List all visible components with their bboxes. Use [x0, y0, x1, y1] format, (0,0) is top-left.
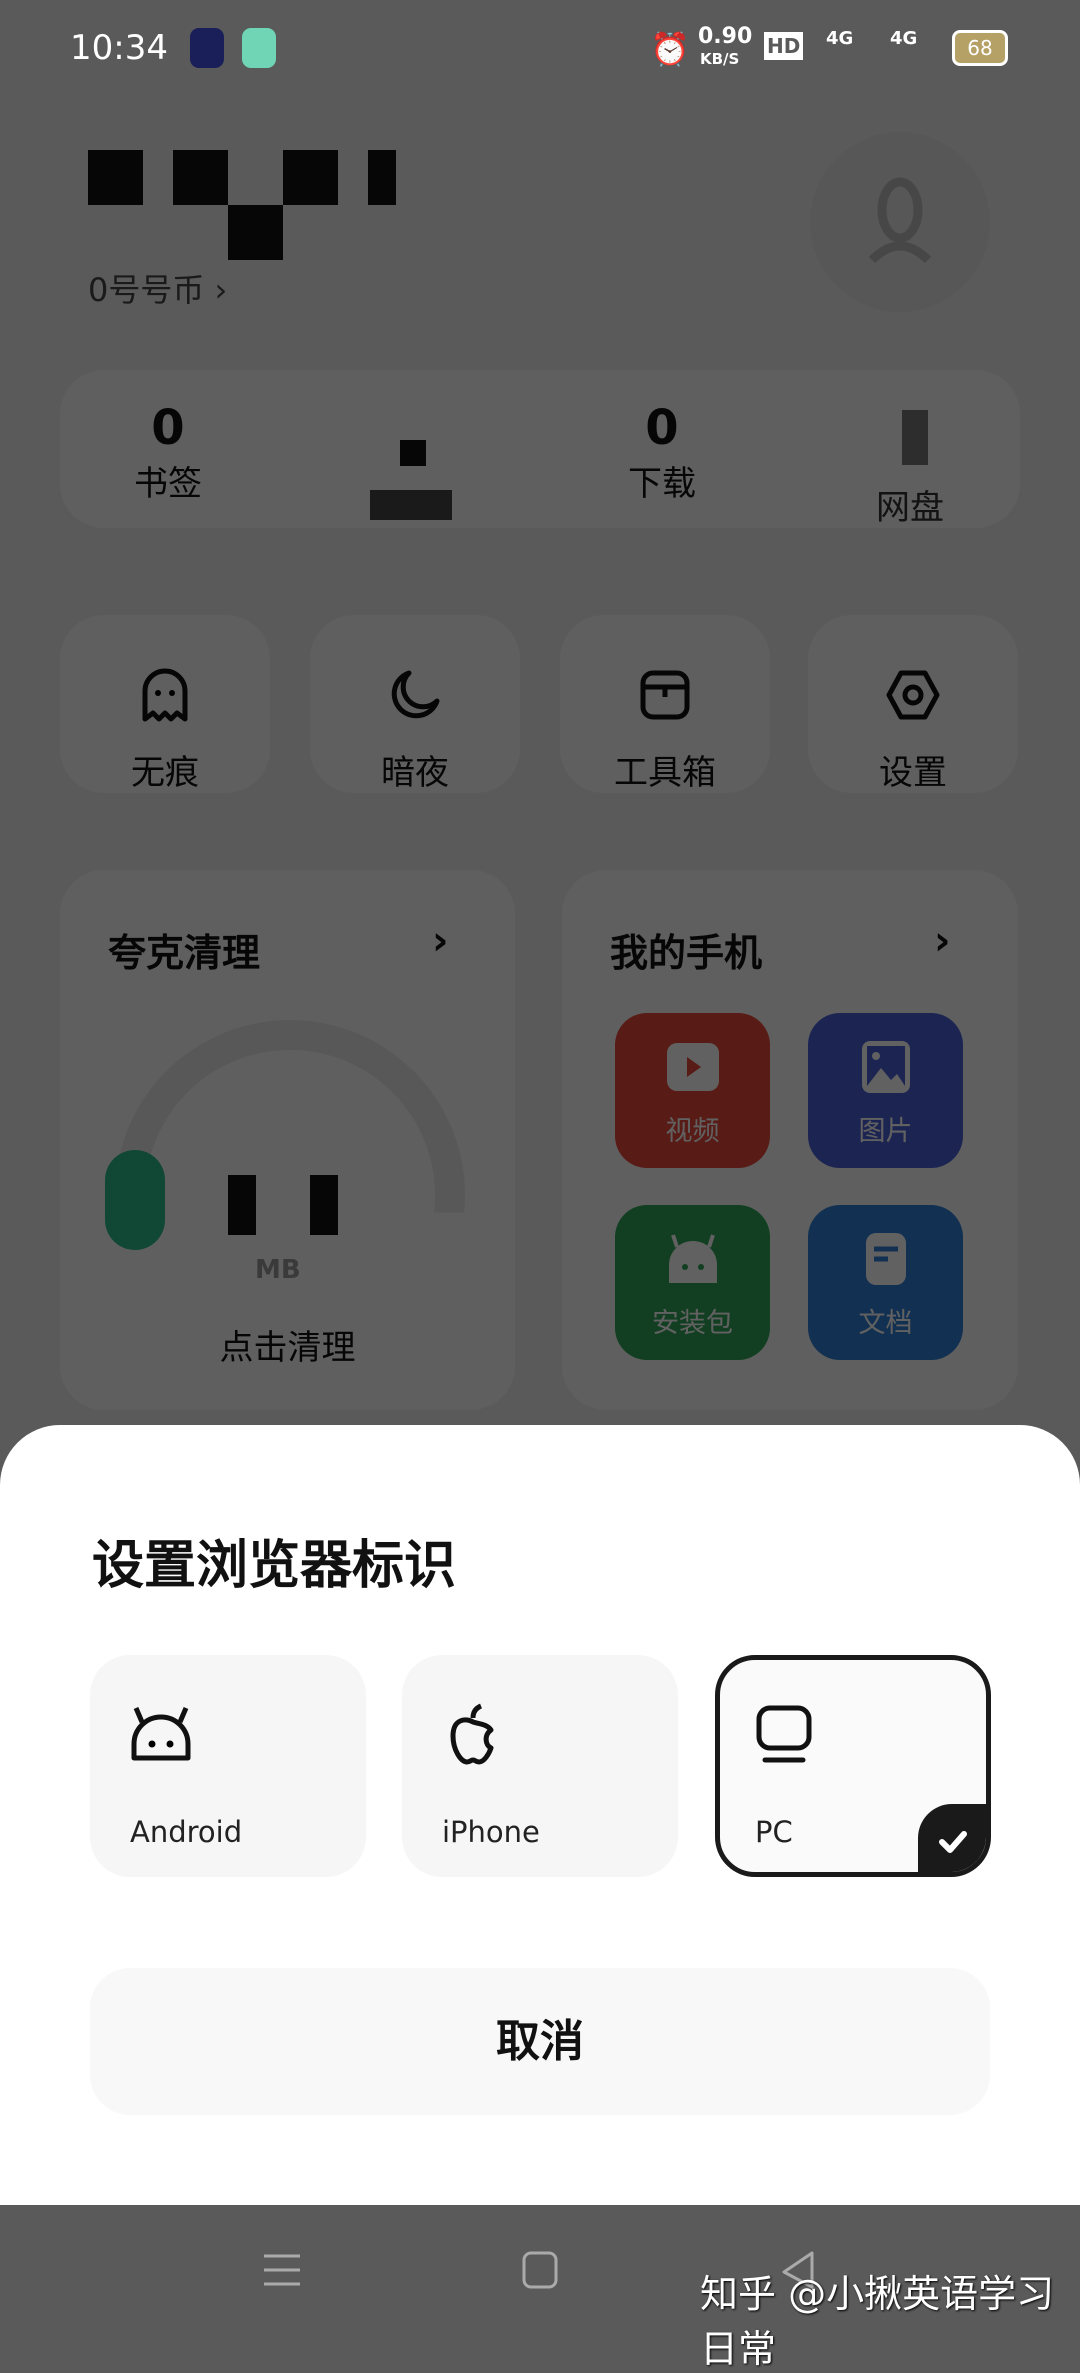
- size-unit: MB: [255, 1255, 301, 1285]
- tile-label: 文档: [858, 1308, 913, 1339]
- net-speed: 0.90: [698, 24, 753, 49]
- option-android[interactable]: Android: [90, 1655, 366, 1877]
- stat-label: 网盘: [876, 488, 944, 528]
- avatar[interactable]: [810, 132, 990, 312]
- tile-video[interactable]: 视频: [615, 1013, 770, 1168]
- cancel-button[interactable]: 取消: [90, 1968, 990, 2115]
- user-agent-sheet: 设置浏览器标识 Android iPhone PC 取消: [0, 1425, 1080, 2205]
- signal-4g-1: 4G: [826, 28, 854, 49]
- system-nav-bar: 知乎 @小揪英语学习日常: [0, 2205, 1080, 2371]
- android-icon: [669, 1234, 717, 1283]
- toolbox-icon: [640, 670, 690, 720]
- battery-icon: 68: [952, 30, 1008, 66]
- quick-incognito[interactable]: 无痕: [60, 615, 270, 793]
- tile-docs[interactable]: 文档: [808, 1205, 963, 1360]
- menu-icon[interactable]: [262, 2250, 302, 2290]
- signal-4g-2: 4G: [890, 28, 918, 49]
- clean-card[interactable]: 夸克清理 › MB 点击清理: [60, 870, 515, 1410]
- tile-apk[interactable]: 安装包: [615, 1205, 770, 1360]
- quick-toolbox[interactable]: 工具箱: [560, 615, 770, 793]
- chevron-right-icon[interactable]: ›: [934, 918, 950, 964]
- size-redacted: [228, 1175, 256, 1235]
- watermark: 知乎 @小揪英语学习日常: [700, 2272, 1055, 2371]
- tile-label: 安装包: [652, 1308, 733, 1339]
- stat-label: 下载: [628, 464, 696, 504]
- quick-label: 设置: [879, 753, 947, 793]
- net-unit: KB/S: [700, 50, 740, 68]
- stat-downloads[interactable]: 0 下载: [562, 400, 762, 505]
- status-bar: 10:34 ⏰ 0.90 KB/S HD 4G 4G 68: [0, 0, 1080, 100]
- selected-badge: [918, 1804, 986, 1872]
- size-redacted: [310, 1175, 338, 1235]
- clock: 10:34: [70, 28, 168, 68]
- ghost-icon: [142, 668, 188, 722]
- check-icon: [939, 1831, 967, 1853]
- coins-link[interactable]: 0号号币 ›: [88, 265, 227, 311]
- alarm-icon: ⏰: [650, 30, 690, 68]
- sheet-title: 设置浏览器标识: [92, 1536, 457, 1596]
- stat-value: 0: [645, 400, 679, 456]
- android-icon: [131, 1707, 191, 1761]
- quick-label: 工具箱: [614, 753, 716, 793]
- stat-value: 0: [151, 400, 185, 456]
- stat-bookmarks[interactable]: 0 书签: [68, 400, 268, 505]
- coins-text: 0号号币: [88, 271, 205, 309]
- battery-level: 68: [967, 36, 993, 60]
- option-label: iPhone: [442, 1815, 540, 1849]
- my-phone-title: 我的手机: [610, 931, 763, 975]
- gauge-fill: [105, 1150, 165, 1250]
- document-icon: [866, 1233, 906, 1285]
- option-iphone[interactable]: iPhone: [402, 1655, 678, 1877]
- clean-action[interactable]: 点击清理: [60, 1320, 515, 1369]
- option-label: Android: [130, 1815, 243, 1849]
- quick-settings[interactable]: 设置: [808, 615, 1018, 793]
- app-notification-icon: [242, 28, 276, 68]
- tile-label: 视频: [665, 1116, 720, 1147]
- storage-gauge: [115, 1020, 465, 1213]
- hd-icon: HD: [764, 32, 804, 60]
- username-redacted: [88, 150, 398, 260]
- tile-images[interactable]: 图片: [808, 1013, 963, 1168]
- stat-label: 书签: [134, 464, 202, 504]
- home-icon[interactable]: [520, 2250, 560, 2290]
- tile-label: 图片: [858, 1116, 913, 1147]
- apple-icon: [450, 1703, 494, 1765]
- user-icon: [868, 177, 932, 264]
- my-phone-card: 我的手机 › 视频 图片 安装包 文档: [562, 870, 1018, 1410]
- chevron-right-icon: ›: [432, 918, 449, 964]
- option-pc[interactable]: PC: [715, 1655, 991, 1877]
- quick-night[interactable]: 暗夜: [310, 615, 520, 793]
- video-icon: [667, 1043, 719, 1091]
- option-label: PC: [755, 1815, 793, 1849]
- monitor-icon: [756, 1705, 812, 1763]
- image-icon: [862, 1041, 910, 1093]
- settings-icon: [886, 670, 940, 720]
- moon-icon: [391, 670, 440, 719]
- quick-label: 无痕: [131, 753, 199, 793]
- clean-title: 夸克清理: [108, 931, 261, 975]
- stats-card: 0 书签 0 下载 网盘: [60, 370, 1020, 528]
- app-notification-icon: [190, 28, 224, 68]
- chevron-right-icon: ›: [214, 271, 228, 309]
- quick-label: 暗夜: [381, 753, 449, 793]
